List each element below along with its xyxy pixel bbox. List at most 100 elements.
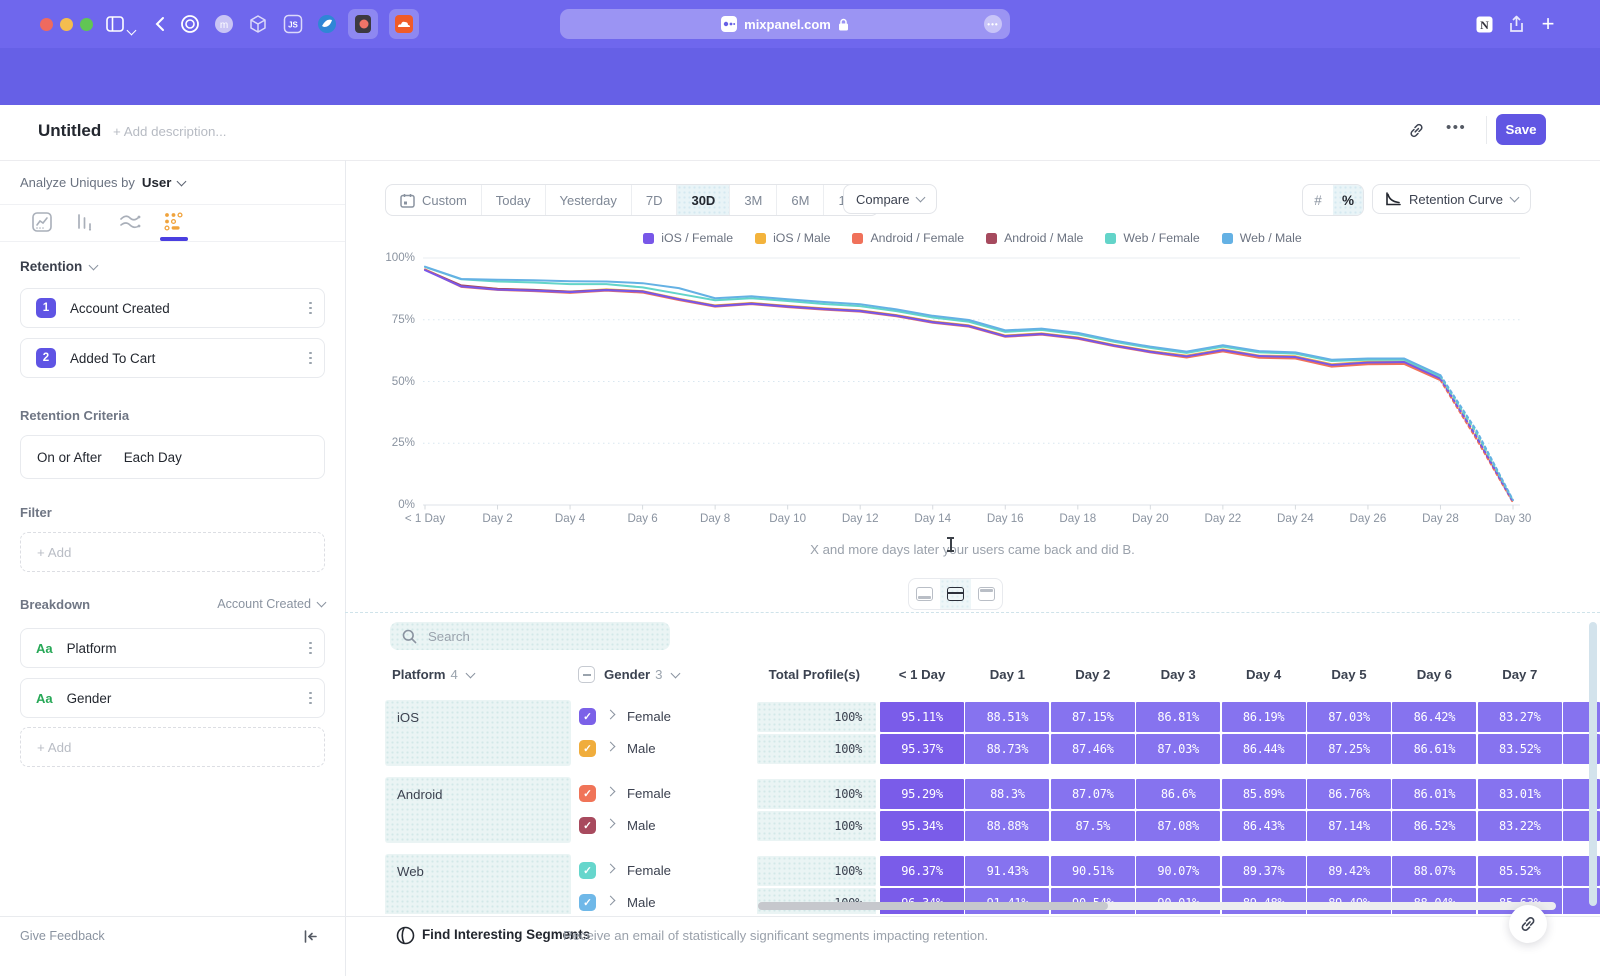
breakdown-scope-dropdown[interactable]: Account Created	[180, 597, 325, 611]
extension-cube-icon[interactable]	[246, 12, 270, 36]
expand-row-icon[interactable]	[606, 896, 616, 906]
report-description-placeholder[interactable]: + Add description...	[113, 124, 226, 139]
gender-header-label: Gender	[604, 667, 650, 682]
share-link-fab[interactable]	[1509, 905, 1547, 943]
expand-row-icon[interactable]	[606, 819, 616, 829]
tab-insights[interactable]	[32, 212, 52, 237]
back-button[interactable]	[148, 12, 172, 36]
add-breakdown-button[interactable]: + Add	[20, 727, 325, 767]
extension-m-icon[interactable]: m	[212, 12, 236, 36]
table-search[interactable]	[390, 622, 670, 650]
retention-section-heading[interactable]: Retention	[20, 259, 97, 274]
retention-value-cell: 95.29%	[880, 779, 964, 809]
kebab-menu-icon[interactable]	[309, 352, 312, 365]
analyze-uniques-control[interactable]: Analyze Uniques by User	[20, 175, 185, 190]
add-filter-button[interactable]: + Add	[20, 532, 325, 572]
compare-button[interactable]: Compare	[843, 184, 937, 214]
new-tab-button[interactable]: +	[1536, 12, 1560, 36]
more-actions-icon[interactable]: •••	[1446, 119, 1466, 136]
share-icon[interactable]	[1504, 12, 1528, 36]
percent-toggle[interactable]: %	[1333, 185, 1363, 215]
extension-bird-icon[interactable]	[315, 12, 339, 36]
legend-item[interactable]: Android / Male	[986, 231, 1083, 245]
url-bar[interactable]: mixpanel.com •••	[560, 9, 1010, 39]
retention-step-a[interactable]: 1 Account Created	[20, 288, 325, 328]
gender-checkbox[interactable]: ✓	[579, 785, 596, 802]
legend-item[interactable]: Web / Female	[1105, 231, 1199, 245]
collapse-sidebar-icon[interactable]	[303, 929, 318, 949]
criteria-interval[interactable]: Each Day	[124, 450, 182, 465]
layout-split-toggle[interactable]	[940, 579, 971, 609]
retention-step-b[interactable]: 2 Added To Cart	[20, 338, 325, 378]
chevron-down-icon[interactable]	[128, 21, 135, 39]
gender-checkbox[interactable]: ✓	[579, 740, 596, 757]
maximize-window-button[interactable]	[80, 18, 93, 31]
analyze-value: User	[142, 175, 172, 190]
kebab-menu-icon[interactable]	[309, 642, 312, 655]
date-range-30d[interactable]: 30D	[677, 185, 730, 215]
kebab-menu-icon[interactable]	[309, 302, 312, 315]
y-axis-tick-label: 25%	[365, 436, 415, 449]
breakdown-item-platform[interactable]: Aa Platform	[20, 628, 325, 668]
vertical-scrollbar-thumb[interactable]	[1589, 622, 1597, 906]
date-range-7d[interactable]: 7D	[632, 185, 678, 215]
report-title[interactable]: Untitled	[38, 121, 101, 141]
legend-item[interactable]: iOS / Female	[643, 231, 733, 245]
retention-value-cell: 87.15%	[1051, 702, 1135, 732]
expand-row-icon[interactable]	[606, 787, 616, 797]
tab-funnels[interactable]	[75, 212, 95, 237]
extension-js-icon[interactable]: JS	[281, 12, 305, 36]
add-breakdown-label: + Add	[37, 740, 71, 755]
tab-flows[interactable]	[119, 212, 141, 237]
legend-item[interactable]: Android / Female	[852, 231, 964, 245]
layout-chart-only-toggle[interactable]	[909, 579, 940, 609]
notion-icon[interactable]: N	[1472, 12, 1496, 36]
date-range-yesterday[interactable]: Yesterday	[546, 185, 632, 215]
breakdown-item-gender[interactable]: Aa Gender	[20, 678, 325, 718]
table-search-input[interactable]	[426, 628, 650, 645]
gender-column-header[interactable]: Gender 3	[604, 667, 679, 682]
minimize-window-button[interactable]	[60, 18, 73, 31]
x-axis-tick-label: Day 16	[970, 512, 1040, 525]
save-button[interactable]: Save	[1496, 114, 1546, 145]
retention-value-cell: 90.01%	[1136, 888, 1220, 914]
total-profiles-cell: 100%	[757, 888, 876, 914]
extension-target-icon[interactable]	[178, 12, 202, 36]
select-all-checkbox[interactable]	[578, 666, 595, 683]
legend-item[interactable]: Web / Male	[1222, 231, 1302, 245]
report-header	[0, 105, 1600, 161]
tab-retention[interactable]	[163, 211, 184, 237]
layout-table-only-toggle[interactable]	[971, 579, 1002, 609]
absolute-numbers-toggle[interactable]: #	[1303, 185, 1333, 215]
total-profiles-header: Total Profile(s)	[700, 667, 860, 682]
date-range-custom[interactable]: Custom	[386, 185, 482, 215]
horizontal-scrollbar-thumb[interactable]	[758, 902, 1108, 910]
date-range-6m[interactable]: 6M	[777, 185, 824, 215]
page-actions-icon[interactable]: •••	[984, 15, 1002, 33]
expand-row-icon[interactable]	[606, 864, 616, 874]
extension-soundcloud-icon[interactable]	[389, 9, 419, 39]
layout-toggle-group	[908, 578, 1003, 610]
expand-row-icon[interactable]	[606, 742, 616, 752]
x-axis-tick-label: Day 24	[1260, 512, 1330, 525]
legend-item[interactable]: iOS / Male	[755, 231, 830, 245]
copy-link-icon[interactable]	[1408, 122, 1425, 144]
date-range-today[interactable]: Today	[482, 185, 546, 215]
gender-checkbox[interactable]: ✓	[579, 708, 596, 725]
give-feedback-link[interactable]: Give Feedback	[20, 929, 105, 943]
url-text: mixpanel.com	[744, 17, 831, 32]
gender-checkbox[interactable]: ✓	[579, 817, 596, 834]
gender-checkbox[interactable]: ✓	[579, 862, 596, 879]
platform-column-header[interactable]: Platform 4	[392, 667, 474, 682]
extension-notes-icon[interactable]	[348, 9, 378, 39]
chart-type-dropdown[interactable]: Retention Curve	[1372, 184, 1531, 214]
kebab-menu-icon[interactable]	[309, 692, 312, 705]
retention-criteria-control[interactable]: On or After Each Day	[20, 435, 325, 479]
gender-checkbox[interactable]: ✓	[579, 894, 596, 911]
sidebar-toggle-icon[interactable]	[103, 12, 127, 36]
close-window-button[interactable]	[40, 18, 53, 31]
expand-row-icon[interactable]	[606, 710, 616, 720]
criteria-mode[interactable]: On or After	[37, 450, 102, 465]
day-column-header: Day 2	[1051, 667, 1135, 682]
date-range-3m[interactable]: 3M	[730, 185, 777, 215]
